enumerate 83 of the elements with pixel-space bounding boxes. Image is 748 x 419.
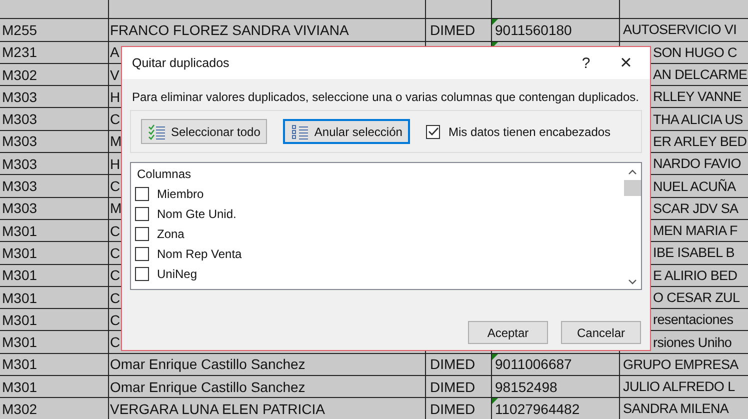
- table-cell: M301: [2, 356, 38, 372]
- description-text: Para eliminar valores duplicados, seleccione una o varias columnas que contengan duplicados.: [132, 91, 640, 104]
- table-cell: M255: [2, 22, 38, 38]
- table-cell: SANDRA MILENA: [623, 401, 729, 416]
- table-cell: M301: [2, 312, 38, 328]
- table-cell: C: [110, 290, 120, 306]
- table-cell: E ALIRIO BED: [653, 268, 738, 283]
- table-cell: M301: [2, 290, 38, 306]
- table-cell: ER ARLEY BED: [653, 134, 747, 149]
- table-cell: rsiones Uniho: [653, 334, 732, 350]
- table-cell: O CESAR ZUL: [653, 290, 740, 305]
- table-cell: AN DELCARME: [653, 67, 748, 82]
- column-checkbox[interactable]: Miembro: [135, 184, 620, 204]
- table-cell: M301: [2, 267, 38, 284]
- table-cell: THA ALICIA US: [653, 112, 743, 127]
- table-cell: RLLEY VANNE: [653, 89, 742, 104]
- table-cell: M302: [2, 400, 38, 417]
- table-cell: M303: [2, 200, 38, 216]
- table-cell: NARDO FAVIO: [653, 156, 741, 172]
- table-cell: AUTOSERVICIO VI: [623, 22, 737, 38]
- table-cell: M: [110, 133, 122, 150]
- table-cell: H: [110, 88, 120, 105]
- table-cell: SCAR JDV SA: [653, 200, 738, 216]
- table-cell: 98152498: [495, 378, 558, 395]
- table-cell: H: [110, 156, 120, 172]
- table-cell: M303: [2, 156, 38, 172]
- table-cell: 11027964482: [495, 400, 580, 417]
- list-icon: [291, 124, 310, 140]
- table-cell: DIMED: [430, 400, 476, 417]
- checklist-icon: [148, 124, 166, 140]
- dialog-title: Quitar duplicados: [132, 56, 230, 70]
- column-checkbox[interactable]: Nom Gte Unid.: [135, 204, 620, 224]
- table-cell: 9011006687: [495, 356, 572, 372]
- headers-checkbox[interactable]: Mis datos tienen encabezados: [426, 124, 611, 138]
- table-cell: DIMED: [430, 22, 476, 38]
- table-cell: C: [110, 244, 120, 261]
- scroll-thumb[interactable]: [624, 180, 641, 196]
- table-cell: C: [110, 312, 120, 328]
- table-cell: M303: [2, 133, 38, 150]
- table-cell: FRANCO FLOREZ SANDRA VIVIANA: [110, 22, 349, 38]
- table-cell: C: [110, 178, 120, 194]
- table-cell: C: [110, 111, 120, 128]
- table-cell: JULIO ALFREDO L: [623, 379, 735, 394]
- help-button[interactable]: ?: [566, 48, 606, 78]
- table-cell: NUEL ACUÑA: [653, 178, 736, 194]
- table-cell: M303: [2, 178, 38, 194]
- table-cell: M302: [2, 66, 38, 83]
- table-cell: DIMED: [430, 378, 476, 395]
- table-cell: M301: [2, 378, 38, 395]
- table-cell: SON HUGO C: [653, 44, 738, 60]
- table-cell: 9011560180: [495, 22, 572, 38]
- table-cell: M303: [2, 88, 38, 105]
- unselect-all-button[interactable]: Anular selección: [283, 119, 410, 144]
- table-cell: M301: [2, 222, 38, 239]
- table-cell: GRUPO EMPRESA: [623, 356, 738, 372]
- table-cell: M231: [2, 44, 38, 60]
- table-cell: C: [110, 222, 120, 239]
- column-checkbox[interactable]: UniNeg: [135, 264, 620, 284]
- table-cell: C: [110, 267, 120, 284]
- table-cell: M303: [2, 111, 38, 128]
- table-cell: DIMED: [430, 356, 476, 372]
- table-cell: M: [110, 200, 122, 216]
- ok-button[interactable]: Aceptar: [468, 321, 548, 344]
- scroll-down-icon[interactable]: [628, 279, 637, 285]
- table-cell: VERGARA LUNA ELEN PATRICIA: [110, 400, 325, 417]
- table-cell: resentaciones: [653, 312, 734, 328]
- table-cell: M301: [2, 334, 38, 350]
- column-checkbox[interactable]: Zona: [135, 224, 620, 244]
- cancel-button[interactable]: Cancelar: [561, 321, 641, 344]
- column-checkbox[interactable]: Nom Rep Venta: [135, 244, 620, 264]
- table-cell: Omar Enrique Castillo Sanchez: [110, 378, 306, 395]
- table-cell: MEN MARIA F: [653, 223, 738, 238]
- close-button[interactable]: ×: [606, 48, 646, 78]
- table-cell: M301: [2, 244, 38, 261]
- table-cell: V: [110, 66, 120, 83]
- table-cell: IBE ISABEL B: [653, 245, 734, 260]
- table-cell: Omar Enrique Castillo Sanchez: [110, 356, 306, 372]
- list-header: Columnas: [137, 167, 192, 181]
- scroll-up-icon[interactable]: [628, 169, 637, 175]
- checkbox[interactable]: [426, 124, 440, 138]
- table-cell: A: [110, 44, 120, 60]
- table-cell: C: [110, 334, 120, 350]
- select-all-button[interactable]: Seleccionar todo: [141, 119, 268, 144]
